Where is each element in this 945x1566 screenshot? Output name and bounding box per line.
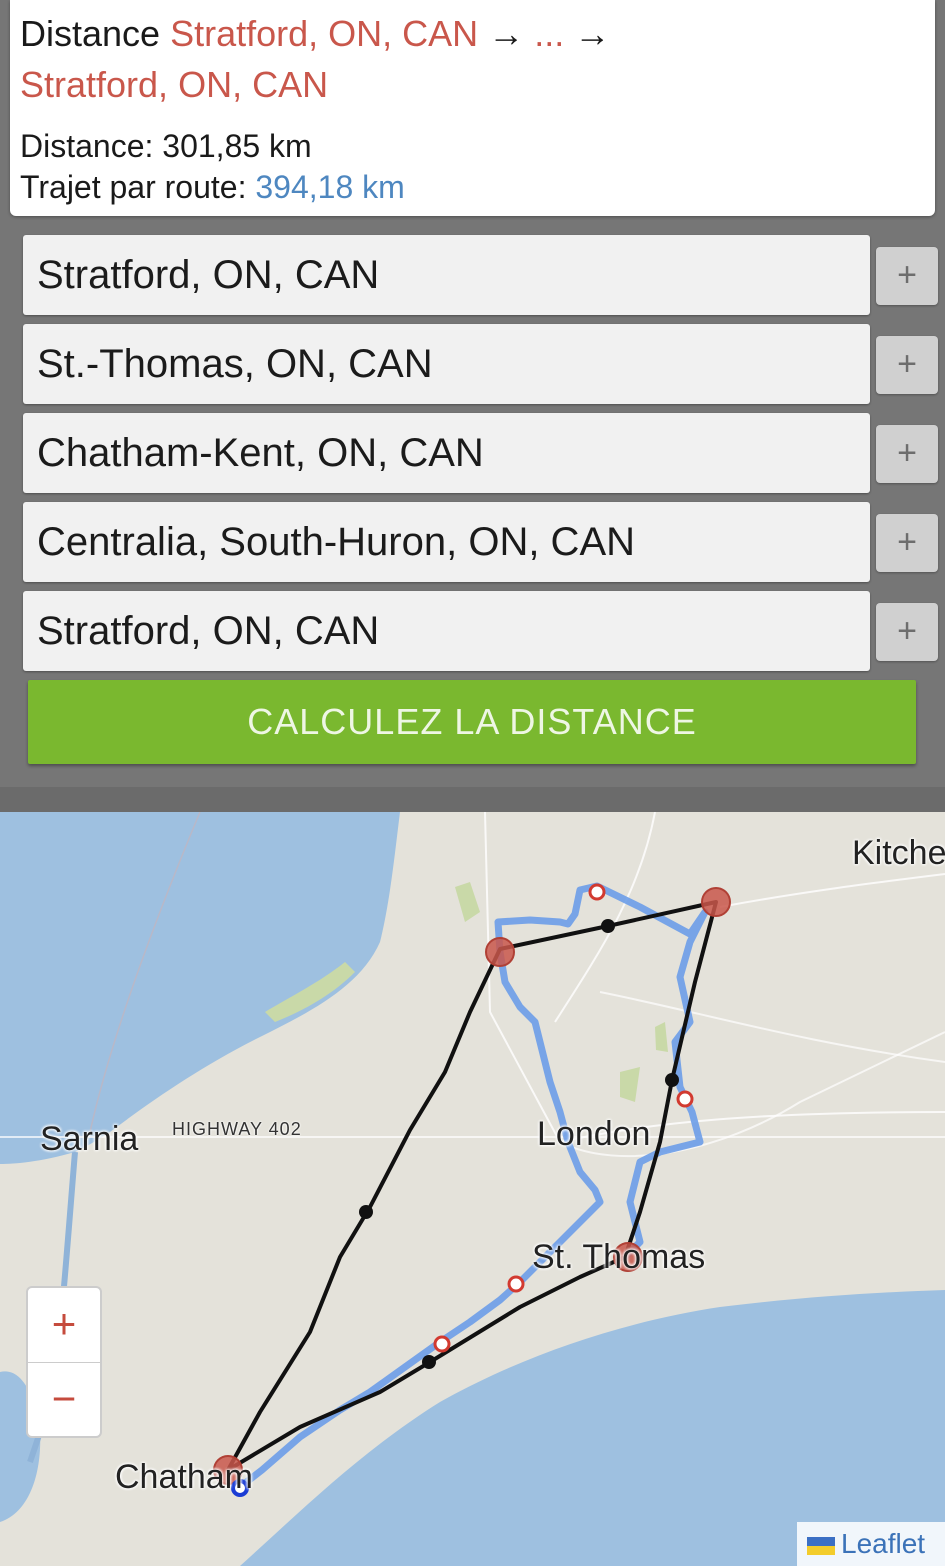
map-canvas [0, 812, 945, 1566]
route-map[interactable]: Kitche Sarnia HIGHWAY 402 London St. Tho… [0, 812, 945, 1566]
distance-prefix: Distance [20, 13, 161, 54]
ukraine-flag-icon [807, 1537, 835, 1555]
route-form-panel: Distance Stratford, ON, CAN → ... → Stra… [0, 0, 945, 787]
map-attribution: Leaflet [797, 1522, 945, 1566]
stop-input-4[interactable]: Centralia, South-Huron, ON, CAN [23, 502, 870, 582]
map-label-st-thomas: St. Thomas [532, 1238, 706, 1276]
add-stop-button[interactable]: + [876, 336, 938, 394]
straight-distance-line: Distance: 301,85 km [20, 128, 312, 165]
add-stop-button[interactable]: + [876, 425, 938, 483]
distance-value: 301,85 km [162, 128, 312, 164]
road-distance-value: 394,18 km [255, 169, 405, 205]
lake-huron [0, 812, 400, 1164]
stop-input-2[interactable]: St.-Thomas, ON, CAN [23, 324, 870, 404]
map-label-sarnia: Sarnia [40, 1120, 139, 1158]
stop-marker [485, 937, 515, 967]
map-label-chatham: Chatham [115, 1458, 253, 1496]
map-label-london: London [537, 1115, 651, 1153]
map-label-highway: HIGHWAY 402 [172, 1119, 302, 1139]
route-start-link[interactable]: Stratford, ON, CAN [170, 13, 478, 54]
road-distance-label: Trajet par route: [20, 169, 247, 205]
calculate-distance-button[interactable]: CALCULEZ LA DISTANCE [28, 680, 916, 764]
route-title: Distance Stratford, ON, CAN → ... → Stra… [20, 8, 920, 110]
leaflet-link[interactable]: Leaflet [841, 1528, 925, 1559]
stop-input-1[interactable]: Stratford, ON, CAN [23, 235, 870, 315]
stop-marker [701, 887, 731, 917]
road-distance-line: Trajet par route: 394,18 km [20, 169, 405, 206]
route-end-link[interactable]: Stratford, ON, CAN [20, 64, 328, 105]
add-stop-button[interactable]: + [876, 603, 938, 661]
zoom-out-button[interactable]: − [28, 1363, 100, 1437]
map-label-kitchener: Kitche [852, 834, 945, 872]
route-ellipsis: ... [534, 13, 565, 54]
zoom-in-button[interactable]: + [28, 1288, 100, 1363]
arrow-icon: → [488, 13, 525, 54]
distance-label: Distance: [20, 128, 154, 164]
stop-input-3[interactable]: Chatham-Kent, ON, CAN [23, 413, 870, 493]
zoom-control: + − [26, 1286, 102, 1438]
stop-input-5[interactable]: Stratford, ON, CAN [23, 591, 870, 671]
add-stop-button[interactable]: + [876, 247, 938, 305]
distance-summary-card: Distance Stratford, ON, CAN → ... → Stra… [10, 0, 935, 216]
add-stop-button[interactable]: + [876, 514, 938, 572]
arrow-icon: → [574, 13, 611, 54]
